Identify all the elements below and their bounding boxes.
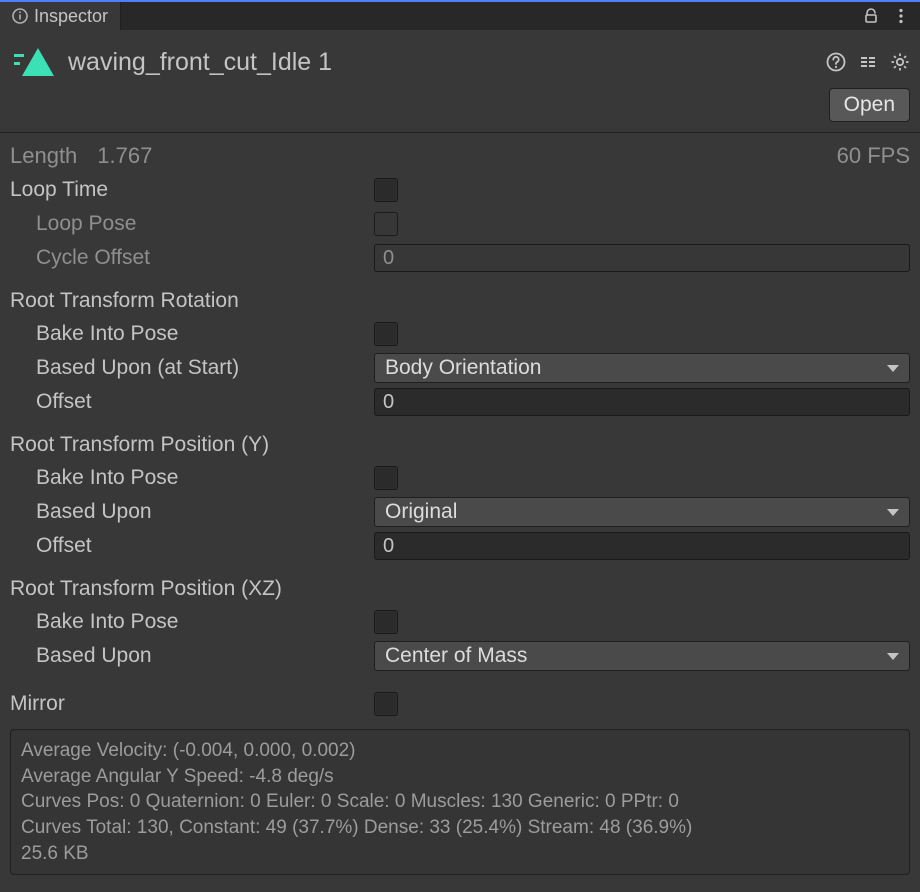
- posxz-based-dropdown[interactable]: Center of Mass: [374, 641, 910, 671]
- rot-offset-label: Offset: [10, 390, 374, 414]
- section-rotation: Root Transform Rotation: [10, 289, 910, 313]
- fps-label: 60 FPS: [837, 143, 910, 169]
- clip-info-box: Average Velocity: (-0.004, 0.000, 0.002)…: [10, 729, 910, 875]
- asset-name: waving_front_cut_Idle 1: [68, 48, 812, 77]
- cycle-offset-label: Cycle Offset: [10, 246, 374, 270]
- length-value: 1.767: [97, 143, 152, 169]
- info-icon: [12, 8, 28, 24]
- loop-time-checkbox[interactable]: [374, 178, 398, 202]
- posy-based-dropdown[interactable]: Original: [374, 497, 910, 527]
- posxz-based-value: Center of Mass: [385, 644, 527, 668]
- cycle-offset-input[interactable]: 0: [374, 244, 910, 272]
- posxz-bake-checkbox[interactable]: [374, 610, 398, 634]
- posy-based-value: Original: [385, 500, 457, 524]
- animation-clip-icon: [10, 42, 54, 82]
- inspector-panel: Inspector: [0, 0, 920, 892]
- info-line: Average Velocity: (-0.004, 0.000, 0.002): [21, 738, 899, 764]
- loop-pose-label: Loop Pose: [10, 212, 374, 236]
- chevron-down-icon: [887, 509, 899, 516]
- help-icon[interactable]: [826, 52, 846, 72]
- posxz-bake-label: Bake Into Pose: [10, 610, 374, 634]
- chevron-down-icon: [887, 365, 899, 372]
- mirror-label: Mirror: [10, 692, 374, 716]
- length-row: Length 1.767 60 FPS: [10, 143, 910, 173]
- posy-offset-input[interactable]: 0: [374, 532, 910, 560]
- tab-bar: Inspector: [0, 0, 920, 30]
- posy-based-label: Based Upon: [10, 500, 374, 524]
- info-line: Curves Pos: 0 Quaternion: 0 Euler: 0 Sca…: [21, 789, 899, 815]
- rot-offset-input[interactable]: 0: [374, 388, 910, 416]
- kebab-menu-icon[interactable]: [892, 7, 910, 25]
- posxz-based-label: Based Upon: [10, 644, 374, 668]
- posy-bake-checkbox[interactable]: [374, 466, 398, 490]
- settings-gear-icon[interactable]: [890, 52, 910, 72]
- tab-label: Inspector: [34, 6, 108, 27]
- rot-based-dropdown[interactable]: Body Orientation: [374, 353, 910, 383]
- open-button[interactable]: Open: [829, 88, 910, 122]
- rot-bake-label: Bake Into Pose: [10, 322, 374, 346]
- rot-based-label: Based Upon (at Start): [10, 356, 374, 380]
- section-posxz: Root Transform Position (XZ): [10, 577, 910, 601]
- posy-offset-label: Offset: [10, 534, 374, 558]
- chevron-down-icon: [887, 653, 899, 660]
- length-label: Length: [10, 143, 77, 169]
- mirror-checkbox[interactable]: [374, 692, 398, 716]
- section-posy: Root Transform Position (Y): [10, 433, 910, 457]
- posy-bake-label: Bake Into Pose: [10, 466, 374, 490]
- preset-icon[interactable]: [858, 52, 878, 72]
- tab-inspector[interactable]: Inspector: [0, 2, 121, 30]
- info-line: Average Angular Y Speed: -4.8 deg/s: [21, 764, 899, 790]
- loop-time-label: Loop Time: [10, 178, 374, 202]
- loop-pose-checkbox[interactable]: [374, 212, 398, 236]
- asset-header: waving_front_cut_Idle 1: [0, 30, 920, 88]
- info-line: 25.6 KB: [21, 841, 899, 867]
- info-line: Curves Total: 130, Constant: 49 (37.7%) …: [21, 815, 899, 841]
- rot-bake-checkbox[interactable]: [374, 322, 398, 346]
- lock-icon[interactable]: [862, 7, 880, 25]
- rot-based-value: Body Orientation: [385, 356, 541, 380]
